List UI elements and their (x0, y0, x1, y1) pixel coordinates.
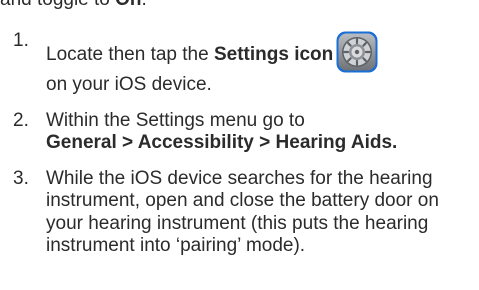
step-1: 1. Locate then tap the Settings icon on … (0, 30, 479, 97)
step-2-prefix: Within the Settings menu go to (46, 109, 305, 131)
intro-prefix: and toggle to (0, 0, 115, 10)
settings-path: General > Accessibility > Hearing Aids. (46, 132, 398, 153)
intro-line: and toggle to On. (0, 0, 147, 11)
step-number: 2. (13, 109, 29, 131)
intro-suffix: . (142, 0, 147, 10)
settings-gear-icon (335, 30, 379, 74)
step-3-text: While the iOS device searches for the he… (46, 167, 439, 257)
intro-bold: On (115, 0, 141, 10)
instruction-list: 1. Locate then tap the Settings icon on … (0, 30, 479, 271)
step-number: 1. (13, 30, 29, 51)
step-1-prefix: Locate then tap the (46, 44, 214, 65)
settings-icon-label: Settings icon (213, 44, 334, 65)
step-2-text: Within the Settings menu go to General > … (46, 110, 397, 154)
step-3: 3. While the iOS device searches for the… (0, 168, 479, 258)
step-1-text: Locate then tap the Settings icon on you… (46, 31, 379, 95)
step-1-suffix: on your iOS device. (46, 74, 212, 95)
step-number: 3. (13, 167, 29, 189)
step-2: 2. Within the Settings menu go to General… (0, 110, 479, 155)
